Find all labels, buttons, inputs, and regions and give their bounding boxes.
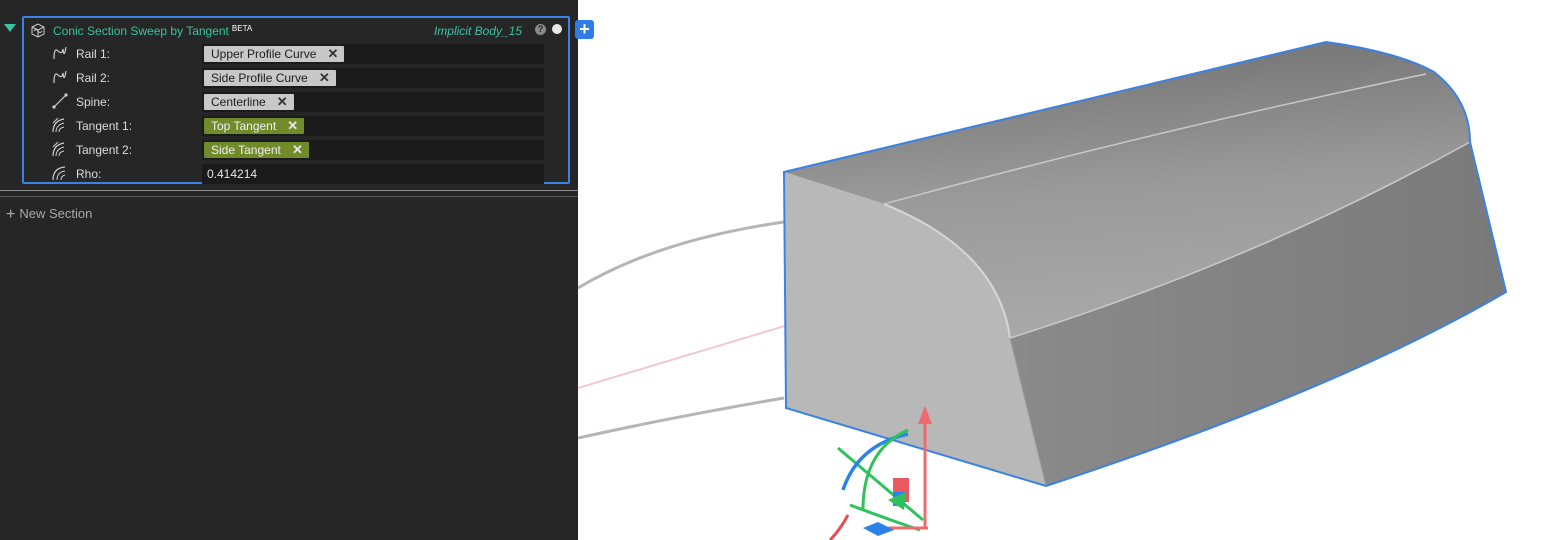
input-field[interactable]: Side Tangent ✕ [202,140,544,160]
input-field[interactable]: Side Profile Curve ✕ [202,68,544,88]
node-header: Conic Section Sweep by Tangent BETA Impli… [24,18,568,44]
remove-selection-icon[interactable]: ✕ [319,70,330,86]
remove-selection-icon[interactable]: ✕ [327,46,338,62]
conic-sweep-icon [31,23,45,38]
rail-curve-icon [53,46,67,60]
tangent-field-icon [52,117,65,133]
properties-panel: Conic Section Sweep by Tangent BETA Impli… [0,0,594,540]
output-body-name[interactable]: Implicit Body_15 [434,24,522,38]
new-section-button[interactable]: + New Section [6,206,92,224]
selection-chip[interactable]: Top Tangent ✕ [204,118,305,134]
remove-selection-icon[interactable]: ✕ [277,94,288,110]
selection-chip[interactable]: Upper Profile Curve ✕ [204,46,345,62]
rho-arcs-icon [52,166,66,181]
selection-chip[interactable]: Side Tangent ✕ [204,142,309,158]
input-row: Rail 1: Upper Profile Curve ✕ [24,42,568,64]
selection-chip[interactable]: Side Profile Curve ✕ [204,70,336,86]
input-label: Rail 1: [76,47,111,61]
selection-chip-label: Side Profile Curve [211,71,308,85]
conic-sweep-node[interactable]: Conic Section Sweep by Tangent BETA Impli… [22,16,570,184]
node-title-text: Conic Section Sweep by Tangent [53,24,229,38]
remove-selection-icon[interactable]: ✕ [292,142,303,158]
input-field[interactable]: 0.414214 [202,164,544,184]
collapse-triangle-icon[interactable] [4,24,16,32]
rho-value-input[interactable]: 0.414214 [207,167,257,181]
selection-chip[interactable]: Centerline ✕ [204,94,294,110]
selection-chip-label: Side Tangent [211,143,281,157]
tangent-field-icon [52,141,65,157]
selection-chip-label: Centerline [211,95,266,109]
divider [0,196,578,197]
status-dot-icon[interactable] [552,24,562,34]
rail-curve-lower[interactable] [578,396,785,440]
new-section-label: New Section [19,206,93,221]
input-label: Rho: [76,167,102,181]
input-label: Rail 2: [76,71,111,85]
plus-icon: + [6,206,16,223]
spine-line-icon [52,93,68,109]
remove-selection-icon[interactable]: ✕ [287,118,298,134]
input-label: Spine: [76,95,111,109]
input-row: Tangent 1: Top Tangent ✕ [24,114,568,136]
input-row: Tangent 2: Side Tangent ✕ [24,138,568,160]
input-row: Spine: Centerline ✕ [24,90,568,112]
rail-curve-icon [53,70,67,84]
input-field[interactable]: Centerline ✕ [202,92,544,112]
input-label: Tangent 2: [76,143,133,157]
rail-curve-upper[interactable] [578,220,785,290]
input-row: Rail 2: Side Profile Curve ✕ [24,66,568,88]
selection-chip-label: Upper Profile Curve [211,47,317,61]
divider [0,190,578,191]
input-field[interactable]: Upper Profile Curve ✕ [202,44,544,64]
swept-solid-body[interactable] [782,40,1508,488]
input-row: Rho: 0.414214 [24,162,568,184]
beta-badge: BETA [231,24,253,33]
3d-viewport[interactable] [578,0,1560,540]
input-field[interactable]: Top Tangent ✕ [202,116,544,136]
node-title: Conic Section Sweep by Tangent BETA [53,24,252,38]
input-label: Tangent 1: [76,119,133,133]
selection-chip-label: Top Tangent [211,119,277,133]
question-circle-icon[interactable]: ? [535,24,546,35]
